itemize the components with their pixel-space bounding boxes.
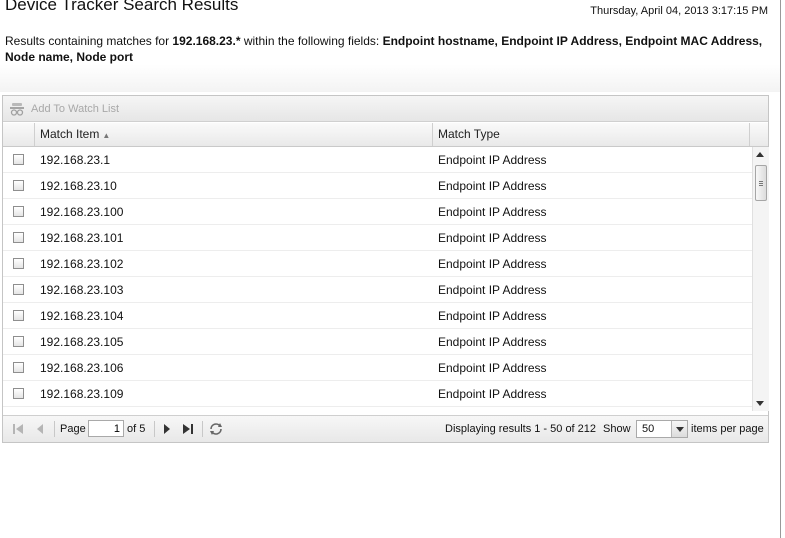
scroll-down-icon[interactable] [756, 401, 764, 406]
results-grid: Add To Watch List Match Item ▲ Match Type… [2, 95, 769, 443]
page-size-value: 50 [642, 423, 655, 435]
prev-page-icon[interactable] [33, 422, 47, 436]
search-term: 192.168.23.* [172, 34, 241, 48]
scroll-up-icon[interactable] [756, 152, 764, 157]
row-checkbox[interactable] [13, 206, 24, 217]
column-header-row: Match Item ▲ Match Type [3, 123, 768, 147]
match-item-cell: 192.168.23.100 [40, 205, 124, 219]
table-row[interactable]: 192.168.23.109 Endpoint IP Address [3, 381, 752, 407]
match-type-cell: Endpoint IP Address [438, 283, 547, 297]
first-page-icon[interactable] [11, 422, 25, 436]
page-size-select[interactable]: 50 [636, 420, 688, 438]
match-item-cell: 192.168.23.101 [40, 231, 124, 245]
add-to-watch-list-button[interactable]: Add To Watch List [9, 101, 119, 117]
row-checkbox[interactable] [13, 232, 24, 243]
match-item-cell: 192.168.23.10 [40, 179, 117, 193]
search-summary: Results containing matches for 192.168.2… [5, 33, 775, 65]
match-item-cell: 192.168.23.1 [40, 153, 111, 167]
refresh-icon[interactable] [208, 422, 224, 436]
pager-separator [202, 421, 203, 437]
table-row[interactable]: 192.168.23.10 Endpoint IP Address [3, 173, 752, 199]
grip-line [759, 181, 763, 182]
paging-toolbar: Page of 5 Displaying results 1 - 50 of 2… [3, 415, 768, 442]
match-type-cell: Endpoint IP Address [438, 257, 547, 271]
summary-prefix: Results containing matches for [5, 34, 173, 48]
match-type-cell: Endpoint IP Address [438, 309, 547, 323]
table-row-partial[interactable] [3, 407, 752, 411]
match-type-cell: Endpoint IP Address [438, 179, 547, 193]
grid-toolbar: Add To Watch List [3, 96, 768, 122]
match-item-header-label: Match Item [40, 127, 100, 141]
match-type-cell: Endpoint IP Address [438, 361, 547, 375]
row-checkbox[interactable] [13, 388, 24, 399]
page-header: Device Tracker Search Results Thursday, … [0, 0, 780, 92]
match-item-cell: 192.168.23.103 [40, 283, 124, 297]
row-checkbox[interactable] [13, 336, 24, 347]
show-label: Show [603, 423, 631, 435]
summary-mid: within the following fields: [240, 34, 383, 48]
column-header-checkbox [3, 123, 35, 146]
row-checkbox[interactable] [13, 180, 24, 191]
watch-list-icon [10, 103, 24, 116]
page-title: Device Tracker Search Results [5, 0, 239, 14]
row-checkbox[interactable] [13, 362, 24, 373]
page-label: Page [60, 423, 86, 435]
page-number-input[interactable] [88, 420, 124, 437]
next-page-icon[interactable] [160, 422, 174, 436]
match-type-cell: Endpoint IP Address [438, 387, 547, 401]
table-row[interactable]: 192.168.23.1 Endpoint IP Address [3, 147, 752, 173]
match-item-cell: 192.168.23.105 [40, 335, 124, 349]
row-checkbox[interactable] [13, 310, 24, 321]
table-row[interactable]: 192.168.23.105 Endpoint IP Address [3, 329, 752, 355]
row-checkbox[interactable] [13, 284, 24, 295]
match-item-cell: 192.168.23.104 [40, 309, 124, 323]
chevron-down-icon[interactable] [671, 421, 687, 437]
grip-line [759, 185, 763, 186]
table-row[interactable]: 192.168.23.102 Endpoint IP Address [3, 251, 752, 277]
last-page-icon[interactable] [181, 422, 195, 436]
grip-line [759, 183, 763, 184]
timestamp: Thursday, April 04, 2013 3:17:15 PM [590, 5, 768, 17]
items-per-page-label: items per page [691, 423, 764, 435]
column-header-match-item[interactable]: Match Item ▲ [35, 123, 433, 146]
display-info: Displaying results 1 - 50 of 212 [445, 423, 597, 435]
match-type-cell: Endpoint IP Address [438, 205, 547, 219]
match-type-cell: Endpoint IP Address [438, 153, 547, 167]
page-count-label: of 5 [127, 423, 146, 435]
pager-separator [154, 421, 155, 437]
match-type-header-label: Match Type [438, 127, 500, 141]
sort-ascending-icon: ▲ [102, 131, 111, 140]
match-type-cell: Endpoint IP Address [438, 335, 547, 349]
match-item-cell: 192.168.23.102 [40, 257, 124, 271]
table-row[interactable]: 192.168.23.106 Endpoint IP Address [3, 355, 752, 381]
window-divider [780, 0, 781, 538]
match-item-cell: 192.168.23.109 [40, 387, 124, 401]
vertical-scrollbar[interactable] [752, 147, 769, 411]
pager-separator [54, 421, 55, 437]
column-header-spacer [750, 123, 768, 146]
row-checkbox[interactable] [13, 154, 24, 165]
table-row[interactable]: 192.168.23.100 Endpoint IP Address [3, 199, 752, 225]
table-row[interactable]: 192.168.23.101 Endpoint IP Address [3, 225, 752, 251]
grid-body: 192.168.23.1 Endpoint IP Address 192.168.… [3, 147, 752, 411]
match-type-cell: Endpoint IP Address [438, 231, 547, 245]
match-item-cell: 192.168.23.106 [40, 361, 124, 375]
scroll-thumb[interactable] [755, 165, 767, 201]
table-row[interactable]: 192.168.23.103 Endpoint IP Address [3, 277, 752, 303]
row-checkbox[interactable] [13, 258, 24, 269]
table-row[interactable]: 192.168.23.104 Endpoint IP Address [3, 303, 752, 329]
add-to-watch-list-label: Add To Watch List [31, 103, 120, 115]
column-header-match-type[interactable]: Match Type [433, 123, 750, 146]
